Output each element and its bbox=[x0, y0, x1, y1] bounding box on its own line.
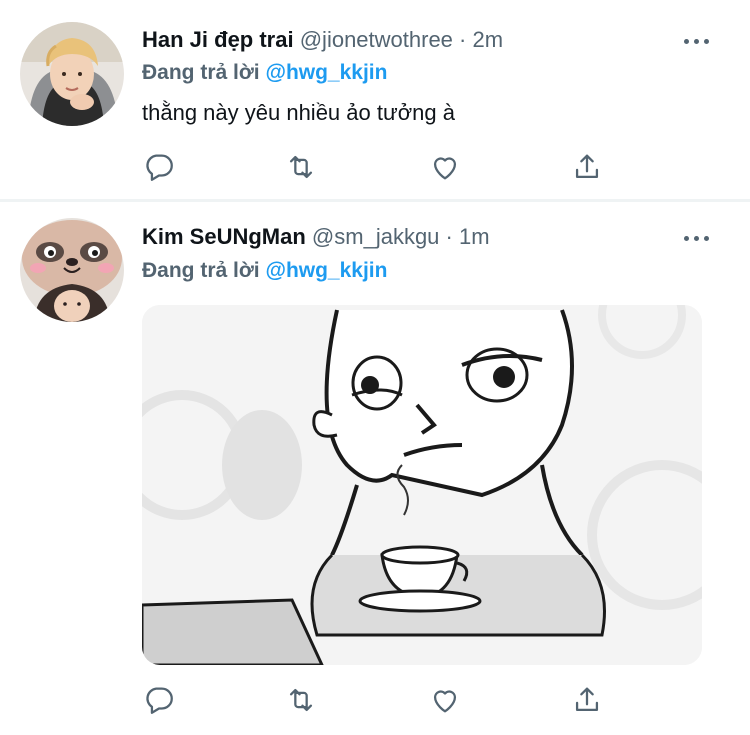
tweet-text: thằng này yêu nhiều ảo tưởng à bbox=[142, 100, 455, 125]
like-icon bbox=[433, 690, 457, 713]
tweet-divider bbox=[0, 199, 750, 202]
reply-prefix: Đang trả lời bbox=[142, 61, 260, 84]
tweet-header: Han Ji đẹp trai @jionetwothree · 2m bbox=[142, 27, 503, 53]
dot bbox=[704, 235, 709, 241]
dot bbox=[694, 235, 699, 241]
avatar-photo bbox=[20, 218, 124, 322]
action-bar bbox=[142, 150, 612, 184]
avatar-photo bbox=[20, 22, 124, 126]
mention-link[interactable]: @hwg_kkjin bbox=[265, 259, 387, 282]
share-button[interactable] bbox=[570, 683, 604, 717]
reply-button[interactable] bbox=[142, 150, 176, 184]
reply-prefix: Đang trả lời bbox=[142, 259, 260, 282]
reply-button[interactable] bbox=[142, 683, 176, 717]
avatar[interactable] bbox=[20, 218, 124, 322]
mention-link[interactable]: @hwg_kkjin bbox=[265, 61, 387, 84]
user-handle[interactable]: @sm_jakkgu bbox=[312, 224, 440, 249]
tweet[interactable]: Kim SeUNgMan @sm_jakkgu · 1m Đang trả lờ… bbox=[0, 203, 750, 735]
display-name[interactable]: Kim SeUNgMan bbox=[142, 224, 306, 249]
like-icon bbox=[433, 157, 457, 180]
like-button[interactable] bbox=[428, 683, 462, 717]
display-name[interactable]: Han Ji đẹp trai bbox=[142, 27, 294, 52]
more-options-icon[interactable] bbox=[684, 233, 714, 243]
dot bbox=[684, 38, 689, 44]
tweet-header: Kim SeUNgMan @sm_jakkgu · 1m bbox=[142, 224, 490, 250]
user-handle[interactable]: @jionetwothree bbox=[300, 27, 453, 52]
dot bbox=[704, 38, 709, 44]
share-icon bbox=[575, 687, 599, 712]
share-button[interactable] bbox=[570, 150, 604, 184]
action-bar bbox=[142, 683, 612, 717]
like-button[interactable] bbox=[428, 150, 462, 184]
timestamp[interactable]: 1m bbox=[459, 224, 490, 249]
reply-icon bbox=[146, 687, 173, 714]
avatar[interactable] bbox=[20, 22, 124, 126]
replying-to: Đang trả lời @hwg_kkjin bbox=[142, 258, 387, 284]
share-icon bbox=[575, 154, 599, 179]
tweet-media-image[interactable] bbox=[142, 305, 702, 665]
dot bbox=[684, 235, 689, 241]
sketch-image bbox=[142, 305, 702, 665]
retweet-icon bbox=[289, 155, 313, 179]
dot bbox=[694, 38, 699, 44]
more-options-icon[interactable] bbox=[684, 36, 714, 46]
separator-dot: · bbox=[445, 224, 453, 249]
reply-icon bbox=[146, 154, 173, 181]
separator-dot: · bbox=[459, 27, 467, 52]
retweet-button[interactable] bbox=[284, 683, 318, 717]
retweet-button[interactable] bbox=[284, 150, 318, 184]
replying-to: Đang trả lời @hwg_kkjin bbox=[142, 60, 387, 86]
timestamp[interactable]: 2m bbox=[473, 27, 504, 52]
retweet-icon bbox=[289, 688, 313, 712]
tweet[interactable]: Han Ji đẹp trai @jionetwothree · 2m Đang… bbox=[0, 0, 750, 200]
